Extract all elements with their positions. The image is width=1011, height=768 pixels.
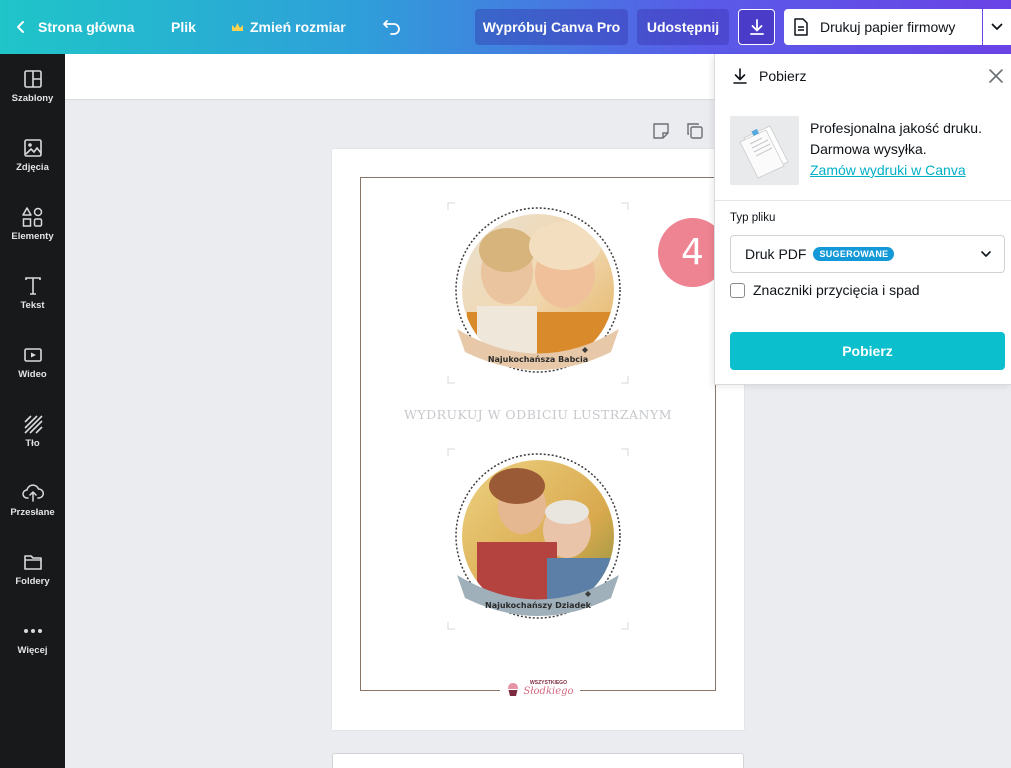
sidebar-item-templates[interactable]: Szablony: [0, 54, 65, 123]
panel-divider: [715, 200, 1011, 201]
promo-line-1: Profesjonalna jakość druku.: [810, 120, 982, 136]
order-prints-link[interactable]: Zamów wydruki w Canva: [810, 162, 966, 178]
sidebar-item-background[interactable]: Tło: [0, 399, 65, 468]
document-stack-icon: [739, 125, 789, 179]
undo-icon: [383, 20, 400, 35]
grandpa-badge[interactable]: Najukochańszy Dziadek: [447, 448, 629, 630]
home-label: Strona główna: [38, 19, 135, 35]
crown-icon: [232, 22, 243, 31]
download-panel: Pobierz Profesjonalna jakość druku. Darm…: [714, 54, 1011, 385]
share-label: Udostępnij: [646, 19, 720, 35]
crop-marks-label: Znaczniki przycięcia i spad: [753, 282, 920, 298]
file-label: Plik: [171, 19, 196, 35]
share-button[interactable]: Udostępnij: [637, 9, 729, 45]
editor-toolbar: [65, 54, 715, 100]
print-label: Drukuj papier firmowy: [820, 19, 956, 35]
download-panel-title: Pobierz: [759, 68, 807, 84]
print-promo: Profesjonalna jakość druku. Darmowa wysy…: [810, 118, 982, 181]
folder-icon: [23, 555, 42, 570]
file-menu[interactable]: Plik: [171, 0, 196, 54]
promo-line-2: Darmowa wysyłka.: [810, 141, 927, 157]
sidebar-label: Wideo: [18, 369, 47, 380]
sidebar-item-photos[interactable]: Zdjęcia: [0, 123, 65, 192]
text-icon: [24, 277, 41, 295]
file-type-value: Druk PDF: [745, 246, 807, 262]
templates-icon: [23, 70, 42, 88]
photos-icon: [23, 139, 42, 157]
print-preview-thumbnail: [730, 116, 799, 185]
resize-label: Zmień rozmiar: [250, 19, 346, 35]
sidebar-item-uploads[interactable]: Przesłane: [0, 468, 65, 537]
grandpa-badge-label: Najukochańszy Dziadek: [485, 601, 592, 610]
sidebar-label: Tekst: [20, 300, 45, 311]
download-toggle-button[interactable]: [738, 9, 775, 45]
sidebar-label: Szablony: [11, 93, 54, 104]
download-button[interactable]: Pobierz: [730, 332, 1005, 370]
try-pro-button[interactable]: Wypróbuj Canva Pro: [475, 9, 628, 45]
sidebar-item-video[interactable]: Wideo: [0, 330, 65, 399]
crop-marks-option[interactable]: Znaczniki przycięcia i spad: [730, 282, 920, 298]
home-link[interactable]: Strona główna: [14, 0, 134, 54]
next-page[interactable]: [332, 753, 744, 768]
brand-logo: WSZYSTKIEGO Słodkiego: [500, 676, 580, 702]
note-icon[interactable]: [652, 122, 670, 140]
background-icon: [23, 415, 43, 434]
sidebar-item-more[interactable]: Więcej: [0, 606, 65, 675]
sidebar-label: Przesłane: [10, 507, 55, 518]
print-button[interactable]: Drukuj papier firmowy: [784, 9, 982, 45]
download-panel-header: Pobierz: [715, 54, 1011, 98]
print-options-button[interactable]: [983, 9, 1011, 45]
elements-icon: [21, 207, 42, 227]
try-pro-label: Wypróbuj Canva Pro: [482, 19, 621, 35]
sidebar-item-elements[interactable]: Elementy: [0, 192, 65, 261]
video-icon: [23, 348, 42, 362]
suggested-badge: SUGEROWANE: [813, 247, 895, 261]
upload-icon: [21, 484, 44, 502]
download-icon: [733, 68, 747, 84]
grandma-badge-label: Najukochańsza Babcia: [488, 355, 588, 364]
undo-button[interactable]: [382, 0, 402, 54]
chevron-down-icon: [981, 251, 991, 257]
sidebar-label: Tło: [25, 438, 40, 449]
file-type-select[interactable]: Druk PDF SUGEROWANE: [730, 235, 1005, 273]
duplicate-page-icon[interactable]: [686, 122, 704, 140]
top-bar: Strona główna Plik Zmień rozmiar Wypróbu…: [0, 0, 1011, 54]
file-type-label: Typ pliku: [730, 212, 776, 224]
sidebar-item-text[interactable]: Tekst: [0, 261, 65, 330]
cupcake-icon: [508, 683, 519, 696]
sidebar-label: Więcej: [17, 645, 48, 656]
sidebar-label: Zdjęcia: [16, 162, 49, 173]
resize-button[interactable]: Zmień rozmiar: [231, 0, 346, 54]
sidebar-item-folders[interactable]: Foldery: [0, 537, 65, 606]
crop-marks-checkbox[interactable]: [730, 282, 745, 298]
sidebar-label: Elementy: [11, 231, 54, 242]
grandma-badge[interactable]: Najukochańsza Babcia: [447, 202, 629, 384]
chevron-left-icon: [17, 21, 24, 33]
chevron-down-icon: [991, 23, 1003, 30]
download-icon: [749, 19, 764, 35]
document-icon: [794, 18, 808, 36]
sidebar: Szablony Zdjęcia Elementy Tekst Wideo Tł…: [0, 54, 65, 768]
sidebar-label: Foldery: [15, 576, 50, 587]
mirror-print-text: WYDRUKUJ W ODBICIU LUSTRZANYM: [403, 407, 673, 422]
more-icon: [23, 629, 42, 633]
close-icon[interactable]: [988, 68, 1004, 84]
brand-logo-bottom: Słodkiego: [523, 686, 574, 697]
